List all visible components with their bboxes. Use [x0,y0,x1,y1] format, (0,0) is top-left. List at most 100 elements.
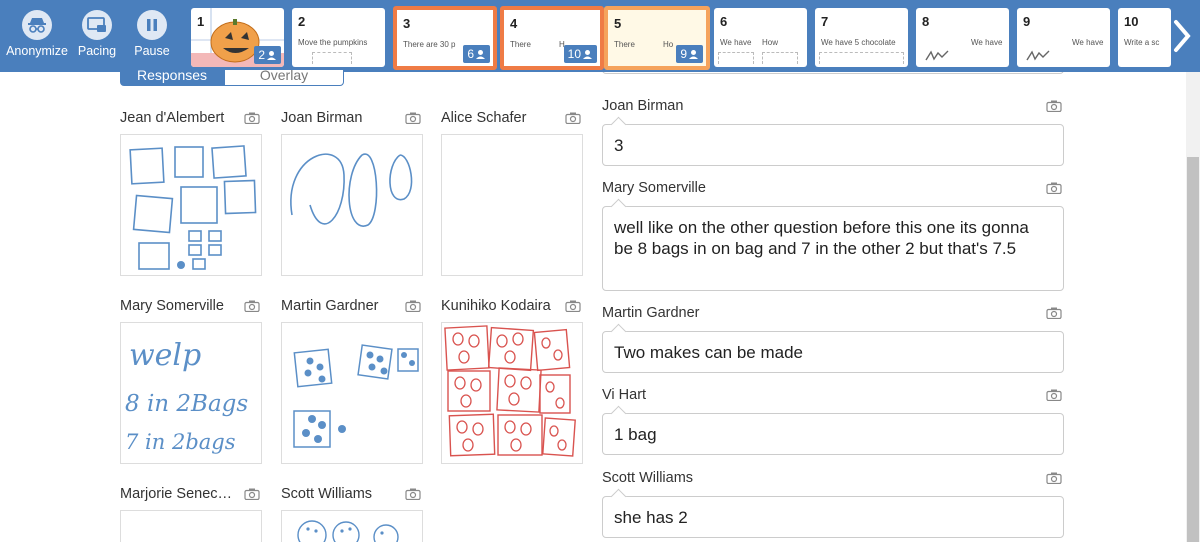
student-name: Martin Gardner [602,305,700,321]
incognito-icon [22,10,52,40]
pause-icon [137,10,167,40]
screen-number: 9 [1023,14,1031,29]
sketch-handwriting: 7 in 2bags [125,430,236,454]
pacing-label: Pacing [77,44,117,58]
scrollbar-thumb[interactable] [1187,157,1199,542]
view-tabs: Responses Overlay [120,70,420,88]
pacing-button[interactable]: Pacing [72,0,122,72]
student-name: Joan Birman [281,110,363,126]
student-name: Marjorie Senec… [120,486,233,502]
screen-thumb-4[interactable]: 4 There H 10 [500,6,604,70]
sketch-card[interactable] [441,322,583,464]
screen-title: There are 30 p [403,40,456,49]
screen-thumb-7[interactable]: 7 We have 5 chocolate [815,8,908,67]
response-text[interactable]: she has 2 [602,496,1064,538]
screen-number: 3 [403,16,411,31]
screen-number: 5 [614,16,622,31]
camera-icon[interactable] [405,488,421,500]
camera-icon[interactable] [565,112,581,124]
anonymize-label: Anonymize [6,44,68,58]
camera-icon[interactable] [565,300,581,312]
camera-icon[interactable] [1046,100,1062,112]
tab-responses[interactable]: Responses [120,70,224,86]
response-text[interactable]: Two makes can be made [602,331,1064,373]
screen-number: 8 [922,14,930,29]
sketch-card[interactable] [120,134,262,276]
student-count-badge: 6 [463,45,490,63]
screen-title: Move the pumpkins [298,38,368,47]
response-text[interactable]: well like on the other question before t… [602,206,1064,291]
student-name: Scott Williams [602,470,694,486]
thumb-preview [718,52,754,64]
camera-icon[interactable] [1046,472,1062,484]
sketch-handwriting: welp [129,338,201,373]
student-name: Alice Schafer [441,110,527,126]
person-icon [583,49,592,59]
camera-icon[interactable] [244,488,260,500]
screen-title-2: We have [971,38,1003,47]
screen-title-2: We have [1072,38,1104,47]
sketch-card[interactable] [281,134,423,276]
student-name: Martin Gardner [281,298,379,314]
sketch-drawing [129,145,257,270]
student-name: Jean d'Alembert [120,110,225,126]
screen-title: We have 5 chocolate [821,38,896,47]
sketch-card[interactable] [281,510,423,542]
sketch-handwriting: 8 in 2Bags [125,391,248,417]
tab-overlay[interactable]: Overlay [224,70,344,86]
screen-title: There [510,40,531,49]
screen-thumb-6[interactable]: 6 We have How [714,8,807,67]
screen-number: 2 [298,14,306,29]
screen-title: We have [720,38,752,47]
screen-title: There [614,40,635,49]
camera-icon[interactable] [405,300,421,312]
sketch-drawing [444,325,576,457]
screen-number: 6 [720,14,728,29]
screen-title-2: How [762,38,779,47]
screen-thumb-9[interactable]: 9 We have [1017,8,1110,67]
sketch-drawing: welp 8 in 2Bags 7 in 2bags [125,338,248,454]
student-name: Mary Somerville [602,180,706,196]
screen-title-2: Ho [663,40,674,49]
camera-icon[interactable] [1046,307,1062,319]
camera-icon[interactable] [1046,182,1062,194]
sketch-card[interactable] [120,510,262,542]
screen-thumb-8[interactable]: 8 We have [916,8,1009,67]
pause-label: Pause [134,44,170,58]
student-count-badge: 9 [676,45,703,63]
screen-strip: 1 2 2 Move the pumpkins 3 There are 30 p [191,6,1171,70]
screen-thumb-3[interactable]: 3 There are 30 p 6 [393,6,497,70]
student-name: Mary Somerville [120,298,224,314]
pacing-icon [82,10,112,40]
pause-button[interactable]: Pause [128,0,176,72]
page-scrollbar[interactable] [1186,72,1200,542]
sketch-drawing [293,344,419,448]
sketch-preview-icon [925,50,949,61]
response-text[interactable]: 1 bag [602,413,1064,455]
sketch-card[interactable] [441,134,583,276]
student-name: Scott Williams [281,486,373,502]
sketch-card[interactable] [281,322,423,464]
screen-number: 4 [510,16,518,31]
anonymize-button[interactable]: Anonymize [4,0,70,72]
screen-number: 10 [1124,14,1139,29]
camera-icon[interactable] [244,112,260,124]
student-count-badge: 2 [254,46,281,64]
text-responses: Joan Birman 3 Mary Somerville well like … [588,72,1078,542]
thumb-preview [312,52,352,64]
screen-thumb-5[interactable]: 5 There Ho 9 [604,6,710,70]
screen-thumb-1[interactable]: 1 2 [191,8,284,67]
screen-number: 7 [821,14,829,29]
top-toolbar: Anonymize Pacing Pause 1 2 2 Move the pu… [0,0,1200,72]
screen-thumb-2[interactable]: 2 Move the pumpkins [292,8,385,67]
camera-icon[interactable] [1046,389,1062,401]
camera-icon[interactable] [405,112,421,124]
screen-thumb-10[interactable]: 10 Write a sc [1118,8,1171,67]
response-text[interactable]: 3 [602,124,1064,166]
chevron-right-icon[interactable] [1170,18,1194,54]
screen-title: Write a sc [1124,38,1160,47]
camera-icon[interactable] [244,300,260,312]
sketch-preview-icon [1026,50,1050,61]
sketch-drawing [297,520,399,542]
sketch-card[interactable]: welp 8 in 2Bags 7 in 2bags [120,322,262,464]
